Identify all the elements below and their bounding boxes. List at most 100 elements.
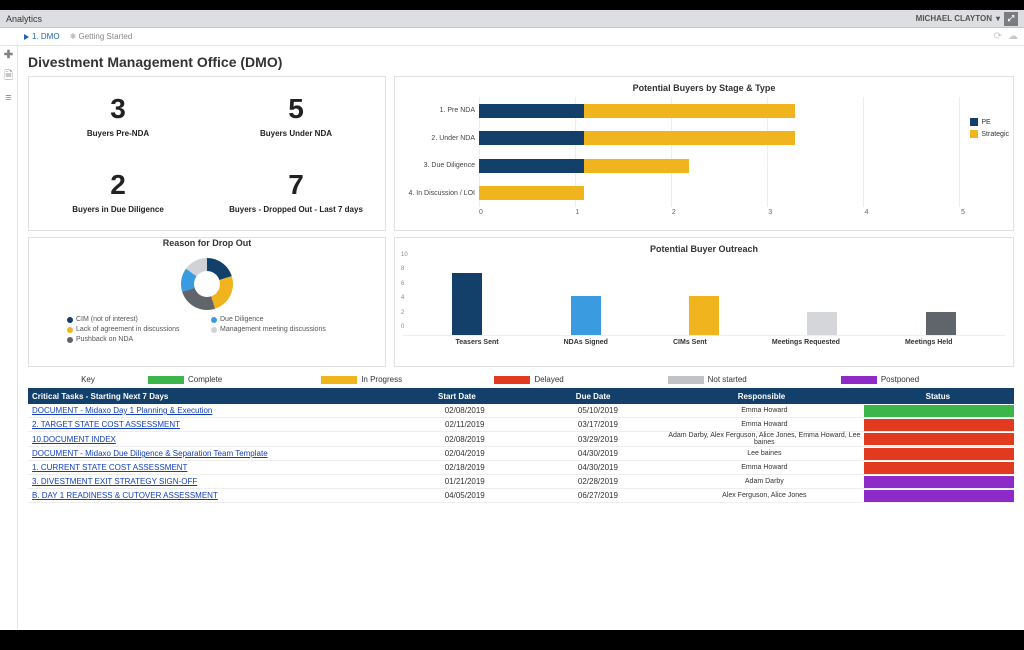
legend-pe-swatch <box>970 118 978 126</box>
task-link[interactable]: B. DAY 1 READINESS & CUTOVER ASSESSMENT <box>28 491 398 500</box>
list-icon[interactable]: ≡ <box>5 92 11 104</box>
th-status: Status <box>862 392 1014 401</box>
task-status <box>864 419 1014 431</box>
stage-row-label: 2. Under NDA <box>407 135 479 142</box>
stage-legend: PE Strategic <box>970 117 1009 141</box>
task-due: 03/29/2019 <box>531 435 664 444</box>
task-status <box>864 490 1014 502</box>
task-link[interactable]: DOCUMENT - Midaxo Day 1 Planning & Execu… <box>28 406 398 415</box>
task-start: 02/11/2019 <box>398 420 531 429</box>
key-item: Delayed <box>494 375 667 384</box>
task-responsible: Emma Howard <box>664 421 864 428</box>
stage-row-label: 1. Pre NDA <box>407 107 479 114</box>
topbar: Analytics MICHAEL CLAYTON ▾ ⤢ <box>0 10 1024 28</box>
task-link[interactable]: 1. CURRENT STATE COST ASSESSMENT <box>28 463 398 472</box>
outreach-bar <box>807 312 837 335</box>
dropout-panel: Reason for Drop Out CIM (not of interest… <box>28 237 386 367</box>
key-label: Key <box>28 375 148 384</box>
kpi-under-nda: 5Buyers Under NDA <box>207 77 385 154</box>
outreach-bar-label: Meetings Requested <box>772 339 840 346</box>
outreach-panel: Potential Buyer Outreach 1086420 Teasers… <box>394 237 1014 367</box>
task-due: 05/10/2019 <box>531 406 664 415</box>
stage-bar <box>479 159 1005 173</box>
legend-strategic-swatch <box>970 130 978 138</box>
outreach-bar-label: Meetings Held <box>905 339 952 346</box>
th-resp: Responsible <box>661 392 861 401</box>
play-icon <box>24 34 29 40</box>
stage-bar <box>479 104 1005 118</box>
task-start: 04/05/2019 <box>398 491 531 500</box>
dropout-legend-item: Pushback on NDA <box>67 336 203 343</box>
table-row: 2. TARGET STATE COST ASSESSMENT 02/11/20… <box>28 418 1014 432</box>
outreach-bar-label: CIMs Sent <box>673 339 707 346</box>
task-responsible: Adam Darby, Alex Ferguson, Alice Jones, … <box>664 432 864 446</box>
task-responsible: Emma Howard <box>664 407 864 414</box>
outreach-bar-label: NDAs Signed <box>564 339 608 346</box>
task-due: 06/27/2019 <box>531 491 664 500</box>
table-header: Critical Tasks - Starting Next 7 Days St… <box>28 388 1014 404</box>
stage-bar <box>479 131 1005 145</box>
task-start: 02/04/2019 <box>398 449 531 458</box>
table-row: DOCUMENT - Midaxo Due Diligence & Separa… <box>28 447 1014 461</box>
left-gutter: ✚ 🗎 ≡ <box>0 46 18 630</box>
task-link[interactable]: 10.DOCUMENT INDEX <box>28 435 398 444</box>
task-due: 04/30/2019 <box>531 449 664 458</box>
task-responsible: Adam Darby <box>664 478 864 485</box>
outreach-bar <box>926 312 956 335</box>
task-status <box>864 476 1014 488</box>
stage-chart-title: Potential Buyers by Stage & Type <box>403 83 1005 93</box>
chevron-down-icon[interactable]: ▾ <box>996 14 1000 23</box>
refresh-icon[interactable]: ⟳ <box>994 31 1002 42</box>
stage-bar <box>479 186 1005 200</box>
task-due: 04/30/2019 <box>531 463 664 472</box>
table-row: 3. DIVESTMENT EXIT STRATEGY SIGN-OFF 01/… <box>28 475 1014 489</box>
th-start: Start Date <box>389 392 525 401</box>
kpi-dropped-out: 7Buyers - Dropped Out - Last 7 days <box>207 154 385 231</box>
dropout-title: Reason for Drop Out <box>29 238 385 248</box>
tab-dmo[interactable]: 1. DMO <box>24 32 60 41</box>
kpi-panel: 3Buyers Pre-NDA 5Buyers Under NDA 2Buyer… <box>28 76 386 231</box>
dropout-legend-item: Management meeting discussions <box>211 326 347 333</box>
expand-icon[interactable]: ⤢ <box>1004 12 1018 26</box>
key-item: In Progress <box>321 375 494 384</box>
page-title: Divestment Management Office (DMO) <box>28 54 1014 70</box>
task-link[interactable]: DOCUMENT - Midaxo Due Diligence & Separa… <box>28 449 398 458</box>
task-start: 02/08/2019 <box>398 435 531 444</box>
task-responsible: Alex Ferguson, Alice Jones <box>664 492 864 499</box>
key-item: Complete <box>148 375 321 384</box>
task-link[interactable]: 2. TARGET STATE COST ASSESSMENT <box>28 420 398 429</box>
add-icon[interactable]: ✚ <box>4 48 13 61</box>
stage-row-label: 3. Due Diligence <box>407 162 479 169</box>
task-due: 02/28/2019 <box>531 477 664 486</box>
task-due: 03/17/2019 <box>531 420 664 429</box>
task-start: 02/08/2019 <box>398 406 531 415</box>
table-row: B. DAY 1 READINESS & CUTOVER ASSESSMENT … <box>28 489 1014 503</box>
kpi-pre-nda: 3Buyers Pre-NDA <box>29 77 207 154</box>
status-key: Key CompleteIn ProgressDelayedNot starte… <box>28 375 1014 384</box>
task-responsible: Lee baines <box>664 450 864 457</box>
table-row: 10.DOCUMENT INDEX 02/08/2019 03/29/2019 … <box>28 432 1014 447</box>
dropout-donut-chart <box>181 258 233 310</box>
task-link[interactable]: 3. DIVESTMENT EXIT STRATEGY SIGN-OFF <box>28 477 398 486</box>
tab-bar: 1. DMO ✱ Getting Started ⟳ ☁ <box>0 28 1024 46</box>
tab-getting-started[interactable]: ✱ Getting Started <box>70 32 133 41</box>
table-body: DOCUMENT - Midaxo Day 1 Planning & Execu… <box>28 404 1014 503</box>
task-start: 01/21/2019 <box>398 477 531 486</box>
dropout-legend-item: CIM (not of interest) <box>67 316 203 323</box>
task-status <box>864 462 1014 474</box>
th-due: Due Date <box>525 392 661 401</box>
kpi-due-diligence: 2Buyers in Due Diligence <box>29 154 207 231</box>
task-responsible: Emma Howard <box>664 464 864 471</box>
key-item: Postponed <box>841 375 1014 384</box>
document-icon[interactable]: 🗎 <box>4 67 13 86</box>
stage-row-label: 4. In Discussion / LOI <box>407 190 479 197</box>
outreach-bar <box>571 296 601 335</box>
outreach-title: Potential Buyer Outreach <box>403 244 1005 254</box>
dropout-legend-item: Due Diligence <box>211 316 347 323</box>
task-status <box>864 433 1014 445</box>
cloud-icon[interactable]: ☁ <box>1008 31 1018 42</box>
app-title: Analytics <box>6 14 42 24</box>
outreach-bar <box>689 296 719 335</box>
user-name[interactable]: MICHAEL CLAYTON <box>916 14 992 23</box>
outreach-bar-label: Teasers Sent <box>456 339 499 346</box>
